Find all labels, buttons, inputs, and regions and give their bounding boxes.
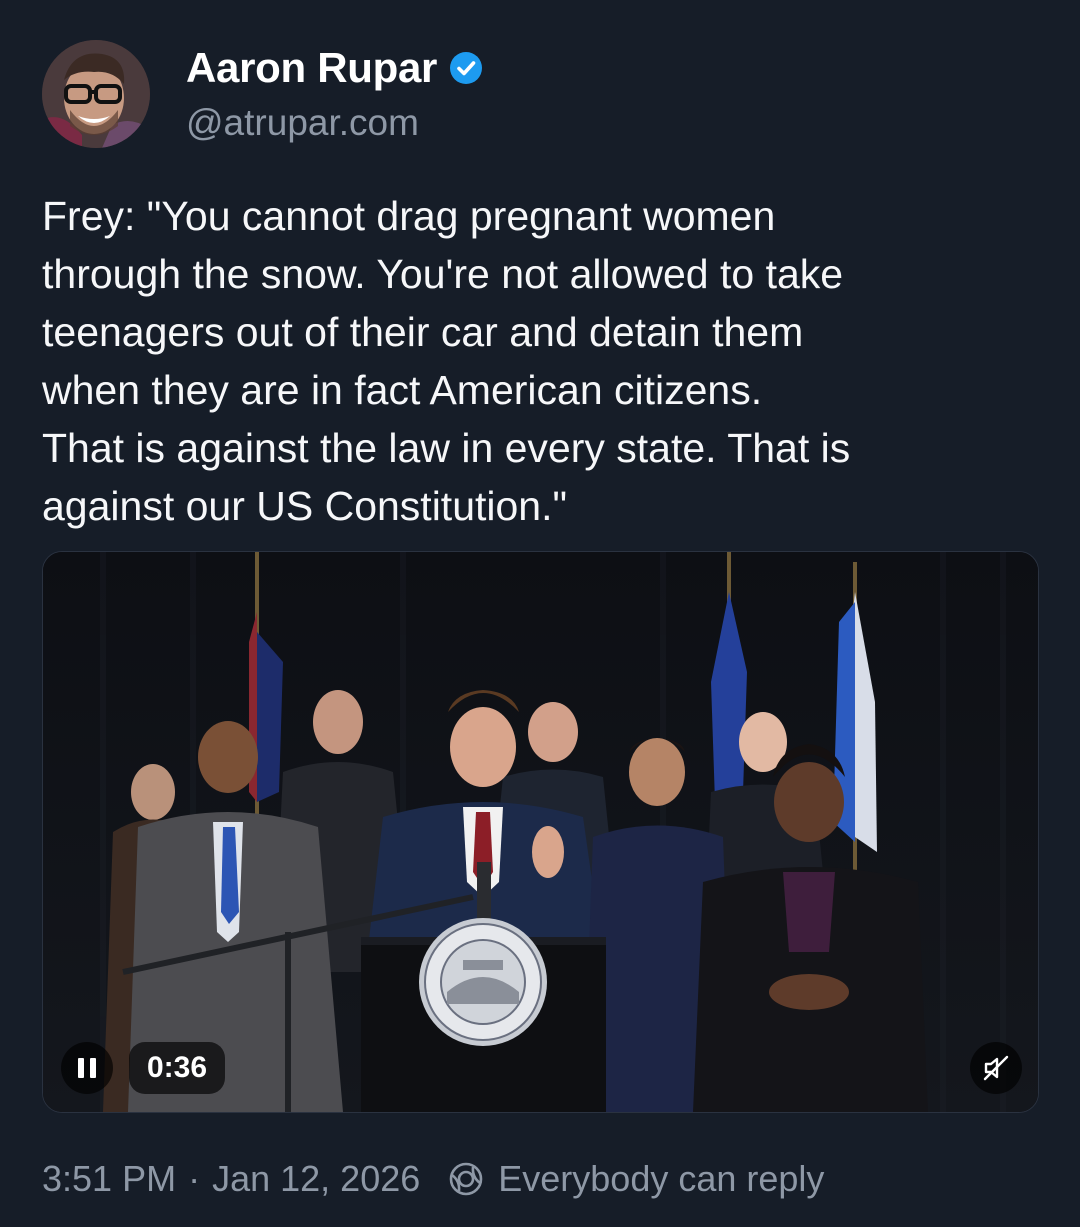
globe-reply-icon <box>449 1162 483 1196</box>
handle[interactable]: @atrupar.com <box>186 102 419 144</box>
video-player[interactable]: 0:36 <box>42 551 1039 1113</box>
separator: · <box>188 1158 201 1199</box>
mute-button[interactable] <box>970 1042 1022 1094</box>
verified-check-icon <box>450 52 483 84</box>
author-name-row[interactable]: Aaron Rupar <box>186 44 483 92</box>
muted-speaker-icon <box>983 1055 1009 1081</box>
avatar-photo <box>42 40 150 148</box>
pause-icon <box>78 1058 84 1078</box>
post-time[interactable]: 3:51 PM <box>42 1158 176 1200</box>
post-text: Frey: "You cannot drag pregnant women th… <box>42 193 851 529</box>
post-date[interactable]: Jan 12, 2026 <box>212 1158 420 1200</box>
video-frame <box>43 552 1038 1112</box>
post-meta: 3:51 PM · Jan 12, 2026 Everybody can rep… <box>42 1158 824 1200</box>
display-name[interactable]: Aaron Rupar <box>186 44 437 92</box>
reply-setting[interactable]: Everybody can reply <box>498 1158 824 1200</box>
avatar[interactable] <box>42 40 150 148</box>
pause-button[interactable] <box>61 1042 113 1094</box>
video-time: 0:36 <box>129 1042 226 1094</box>
